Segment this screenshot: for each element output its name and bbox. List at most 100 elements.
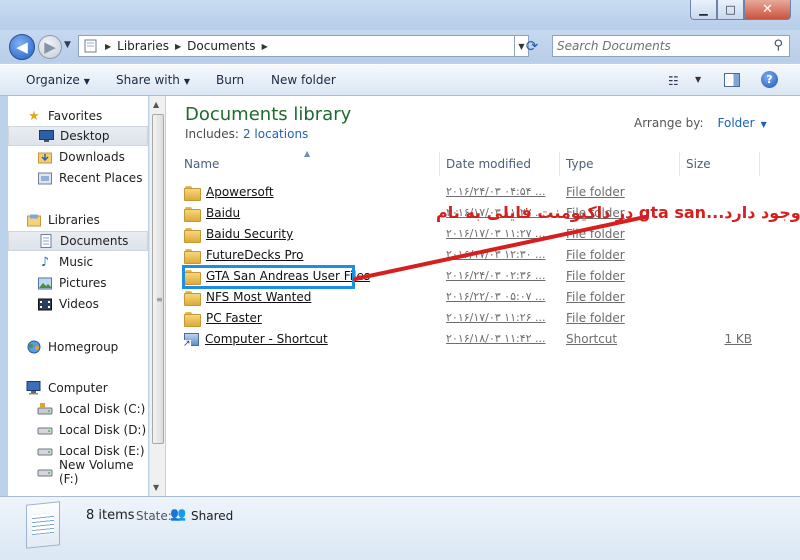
chevron-down-icon[interactable]: ▼: [761, 120, 767, 129]
sidebar-item-recent-places[interactable]: Recent Places: [8, 168, 148, 188]
search-icon[interactable]: ⚲: [773, 38, 783, 53]
file-list-pane: Documents library Includes: 2 locations A…: [166, 96, 800, 496]
file-row[interactable]: Computer - Shortcut ۲۰۱۶/۱۸/۰۳ ۱۱:۴۲ ...…: [178, 329, 788, 350]
file-row[interactable]: Baidu Security ۲۰۱۶/۱۷/۰۳ ۱۱:۲۷ ... File…: [178, 224, 788, 245]
locations-link[interactable]: 2 locations: [243, 127, 308, 141]
highlight-box: [182, 265, 355, 289]
libraries-icon: [26, 212, 42, 228]
shared-users-icon: 👥: [170, 507, 187, 522]
back-button[interactable]: ◀: [9, 34, 35, 60]
file-row[interactable]: PC Faster ۲۰۱۶/۱۷/۰۳ ۱۱:۲۶ ... File fold…: [178, 308, 788, 329]
sidebar-item-libraries[interactable]: Libraries: [8, 210, 148, 230]
file-type: File folder: [566, 290, 625, 304]
file-date: ۲۰۱۶/۱۸/۰۳ ۱۱:۴۲ ...: [446, 332, 546, 345]
change-view-icon[interactable]: ☷: [668, 74, 679, 88]
title-bar: ▁ □ ✕: [0, 0, 800, 30]
sidebar-item-videos[interactable]: Videos: [8, 294, 148, 314]
folder-icon: [184, 185, 201, 201]
column-header-type[interactable]: Type: [560, 152, 680, 176]
sidebar-item-computer[interactable]: Computer: [8, 378, 148, 398]
column-header-size[interactable]: Size: [680, 152, 760, 176]
drive-icon: [37, 464, 53, 480]
folder-icon: [184, 227, 201, 243]
breadcrumb-separator-icon[interactable]: ▶: [175, 42, 181, 51]
file-type: File folder: [566, 185, 625, 199]
breadcrumb: ▶ Libraries ▶ Documents ▶: [105, 39, 268, 53]
homegroup-icon: [26, 339, 42, 355]
file-row[interactable]: NFS Most Wanted ۲۰۱۶/۲۲/۰۳ ۰۵:۰۷ ... Fil…: [178, 287, 788, 308]
navigation-scrollbar[interactable]: ▲ ≡ ▼: [149, 96, 165, 496]
search-input[interactable]: [553, 36, 765, 56]
state-label: State:: [136, 509, 172, 523]
sidebar-item-local-disk-c[interactable]: Local Disk (C:): [8, 399, 148, 419]
file-size: 1 KB: [724, 332, 752, 346]
view-options-dropdown[interactable]: ▼: [695, 75, 701, 84]
sidebar-item-local-disk-d[interactable]: Local Disk (D:): [8, 420, 148, 440]
maximize-button[interactable]: □: [717, 0, 744, 20]
shortcut-icon: [183, 332, 199, 349]
music-icon: ♪: [40, 254, 50, 270]
preview-pane-icon[interactable]: [724, 73, 740, 87]
file-row[interactable]: Apowersoft ۲۰۱۶/۲۴/۰۳ ۰۴:۵۴ ... File fol…: [178, 182, 788, 203]
file-name[interactable]: Apowersoft: [206, 185, 274, 199]
file-name[interactable]: NFS Most Wanted: [206, 290, 311, 304]
sidebar-item-desktop[interactable]: Desktop: [8, 126, 148, 146]
annotation-text: وجود دارد...gta san در داکیومنت فایلی به…: [436, 203, 800, 222]
folder-icon: [184, 290, 201, 306]
library-title: Documents library: [185, 104, 352, 125]
sidebar-item-new-volume-f[interactable]: New Volume (F:): [8, 458, 148, 486]
help-icon[interactable]: ?: [761, 71, 778, 88]
sidebar-item-pictures[interactable]: Pictures: [8, 273, 148, 293]
folder-icon: [184, 311, 201, 327]
sidebar-item-documents[interactable]: Documents: [8, 231, 148, 251]
breadcrumb-separator-icon[interactable]: ▶: [262, 42, 268, 51]
file-date: ۲۰۱۶/۱۷/۰۳ ۱۲:۳۰ ...: [446, 248, 546, 261]
file-type: File folder: [566, 269, 625, 283]
arrange-by-dropdown[interactable]: Folder: [718, 116, 755, 130]
arrange-by: Arrange by: Folder ▼: [634, 116, 767, 130]
address-bar[interactable]: ▶ Libraries ▶ Documents ▶: [78, 35, 515, 57]
item-count: 8 items: [86, 508, 135, 523]
videos-icon: [37, 296, 53, 312]
new-folder-button[interactable]: New folder: [271, 73, 336, 87]
chevron-down-icon: ▼: [83, 77, 90, 86]
file-row[interactable]: FutureDecks Pro ۲۰۱۶/۱۷/۰۳ ۱۲:۳۰ ... Fil…: [178, 245, 788, 266]
file-name[interactable]: PC Faster: [206, 311, 262, 325]
star-icon: ★: [28, 108, 40, 124]
minimize-button[interactable]: ▁: [690, 0, 717, 20]
library-includes: Includes: 2 locations: [185, 127, 308, 141]
file-name[interactable]: Computer - Shortcut: [205, 332, 328, 346]
column-headers: ▲ Name Date modified Type Size: [178, 149, 788, 176]
share-with-button[interactable]: Share with ▼: [116, 73, 190, 87]
sidebar-item-homegroup[interactable]: Homegroup: [8, 337, 148, 357]
sidebar-item-favorites[interactable]: ★ Favorites: [8, 106, 148, 126]
sidebar-item-downloads[interactable]: Downloads: [8, 147, 148, 167]
file-name[interactable]: Baidu Security: [206, 227, 293, 241]
scrollbar-thumb[interactable]: ≡: [152, 114, 164, 444]
recent-pages-dropdown[interactable]: ▼: [64, 40, 71, 50]
scroll-down-icon[interactable]: ▼: [153, 483, 159, 492]
command-toolbar: Organize ▼ Share with ▼ Burn New folder ☷ …: [0, 64, 800, 96]
file-type: File folder: [566, 227, 625, 241]
burn-button[interactable]: Burn: [216, 73, 244, 87]
file-date: ۲۰۱۶/۲۲/۰۳ ۰۵:۰۷ ...: [446, 290, 546, 303]
file-name[interactable]: FutureDecks Pro: [206, 248, 304, 262]
scroll-up-icon[interactable]: ▲: [153, 100, 159, 109]
file-date: ۲۰۱۶/۱۷/۰۳ ۱۱:۲۶ ...: [446, 311, 546, 324]
column-header-name[interactable]: Name: [178, 152, 440, 176]
organize-button[interactable]: Organize ▼: [26, 73, 90, 87]
navigation-pane: ★ Favorites Desktop Downloads Recent Plac…: [8, 96, 148, 496]
sidebar-item-music[interactable]: ♪ Music: [8, 252, 148, 272]
forward-button[interactable]: ▶: [38, 35, 62, 59]
address-folder-icon: [84, 39, 98, 56]
includes-label: Includes:: [185, 127, 239, 141]
file-date: ۲۰۱۶/۲۴/۰۳ ۰۴:۵۴ ...: [446, 185, 546, 198]
grip-icon: ≡: [156, 295, 163, 304]
close-button[interactable]: ✕: [744, 0, 791, 20]
breadcrumb-separator-icon[interactable]: ▶: [105, 42, 111, 51]
breadcrumb-libraries[interactable]: Libraries: [117, 39, 169, 53]
breadcrumb-documents[interactable]: Documents: [187, 39, 255, 53]
refresh-button[interactable]: ⟳: [520, 35, 544, 57]
file-name[interactable]: Baidu: [206, 206, 240, 220]
column-header-date[interactable]: Date modified: [440, 152, 560, 176]
